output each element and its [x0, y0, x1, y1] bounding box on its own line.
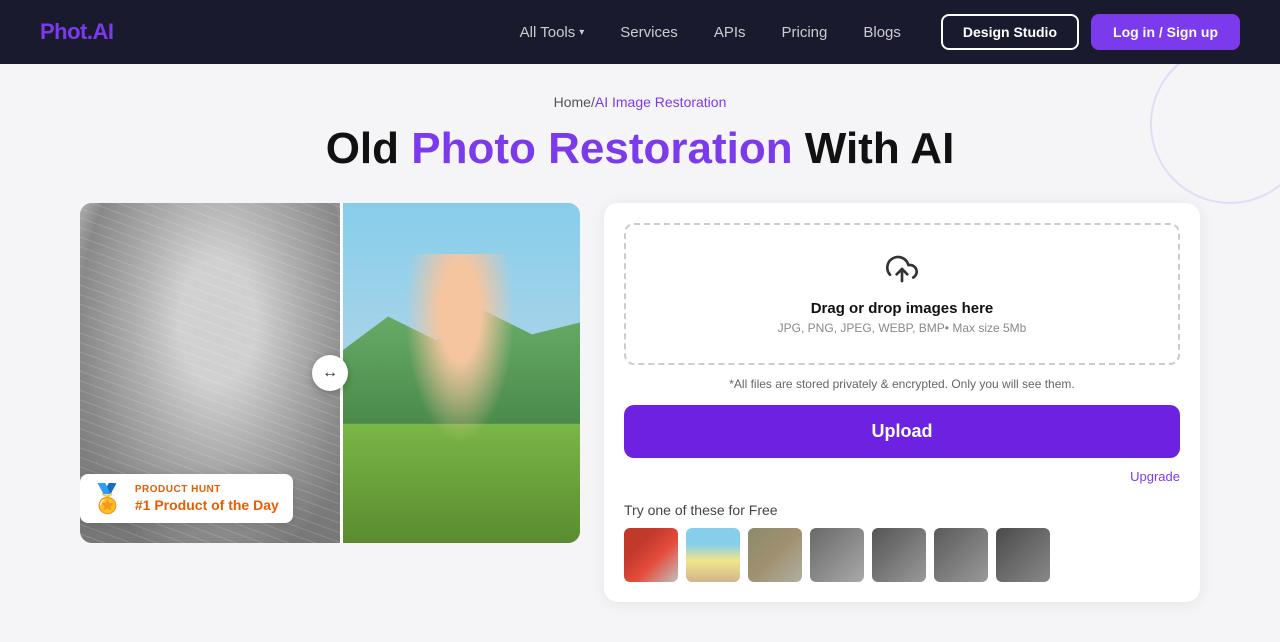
main-content: Home/AI Image Restoration Old Photo Rest… — [0, 64, 1280, 642]
upgrade-link-container: Upgrade — [624, 468, 1180, 486]
sample-image-7[interactable] — [996, 528, 1050, 582]
sample-image-2[interactable] — [686, 528, 740, 582]
drop-zone-text: Drag or drop images here — [646, 300, 1158, 317]
product-hunt-medal-icon: 🏅 — [90, 482, 125, 515]
child-color-silhouette — [364, 254, 556, 543]
page-title-suffix: With AI — [793, 124, 955, 173]
nav-services[interactable]: Services — [620, 24, 678, 41]
upgrade-link[interactable]: Upgrade — [1130, 469, 1180, 484]
product-hunt-text: PRODUCT HUNT #1 Product of the Day — [135, 483, 279, 514]
sample-image-4[interactable] — [810, 528, 864, 582]
privacy-note: *All files are stored privately & encryp… — [624, 377, 1180, 391]
upload-icon — [646, 253, 1158, 292]
upload-button[interactable]: Upload — [624, 405, 1180, 458]
sample-image-5[interactable] — [872, 528, 926, 582]
sample-images-row — [624, 528, 1180, 582]
sample-image-6[interactable] — [934, 528, 988, 582]
nav-apis[interactable]: APIs — [714, 24, 746, 41]
chevron-down-icon: ▾ — [579, 27, 584, 38]
breadcrumb-current: AI Image Restoration — [595, 94, 727, 110]
page-title-prefix: Old — [326, 124, 412, 173]
decorative-circle — [1150, 64, 1280, 204]
sample-image-1[interactable] — [624, 528, 678, 582]
logo-ai: AI — [93, 19, 114, 44]
nav-pricing[interactable]: Pricing — [782, 24, 828, 41]
nav-blogs[interactable]: Blogs — [863, 24, 901, 41]
sample-image-3[interactable] — [748, 528, 802, 582]
comparison-handle[interactable]: ↔ — [312, 355, 348, 391]
breadcrumb: Home/AI Image Restoration — [40, 94, 1240, 110]
page-title: Old Photo Restoration With AI — [40, 124, 1240, 175]
breadcrumb-home-link[interactable]: Home — [554, 94, 591, 110]
nav-actions: Design Studio Log in / Sign up — [941, 14, 1240, 50]
after-image — [340, 203, 580, 543]
navbar: Phot.AI All Tools ▾ Services APIs Pricin… — [0, 0, 1280, 64]
image-comparison: ↔ 🏅 PRODUCT HUNT #1 Product of the Day — [80, 203, 580, 543]
upload-panel: Drag or drop images here JPG, PNG, JPEG,… — [604, 203, 1200, 602]
nav-links: All Tools ▾ Services APIs Pricing Blogs — [520, 24, 901, 41]
product-hunt-label: PRODUCT HUNT — [135, 483, 279, 496]
logo-text-phot: Phot — [40, 19, 87, 44]
site-logo[interactable]: Phot.AI — [40, 19, 114, 45]
nav-all-tools[interactable]: All Tools ▾ — [520, 24, 585, 41]
drop-zone-subtext: JPG, PNG, JPEG, WEBP, BMP• Max size 5Mb — [646, 321, 1158, 335]
login-button[interactable]: Log in / Sign up — [1091, 14, 1240, 50]
drop-zone[interactable]: Drag or drop images here JPG, PNG, JPEG,… — [624, 223, 1180, 365]
design-studio-button[interactable]: Design Studio — [941, 14, 1079, 50]
product-hunt-title: #1 Product of the Day — [135, 496, 279, 514]
page-title-highlight: Photo Restoration — [411, 124, 792, 173]
product-hunt-badge[interactable]: 🏅 PRODUCT HUNT #1 Product of the Day — [80, 474, 293, 523]
try-free-label: Try one of these for Free — [624, 502, 1180, 518]
content-area: ↔ 🏅 PRODUCT HUNT #1 Product of the Day — [80, 203, 1200, 602]
